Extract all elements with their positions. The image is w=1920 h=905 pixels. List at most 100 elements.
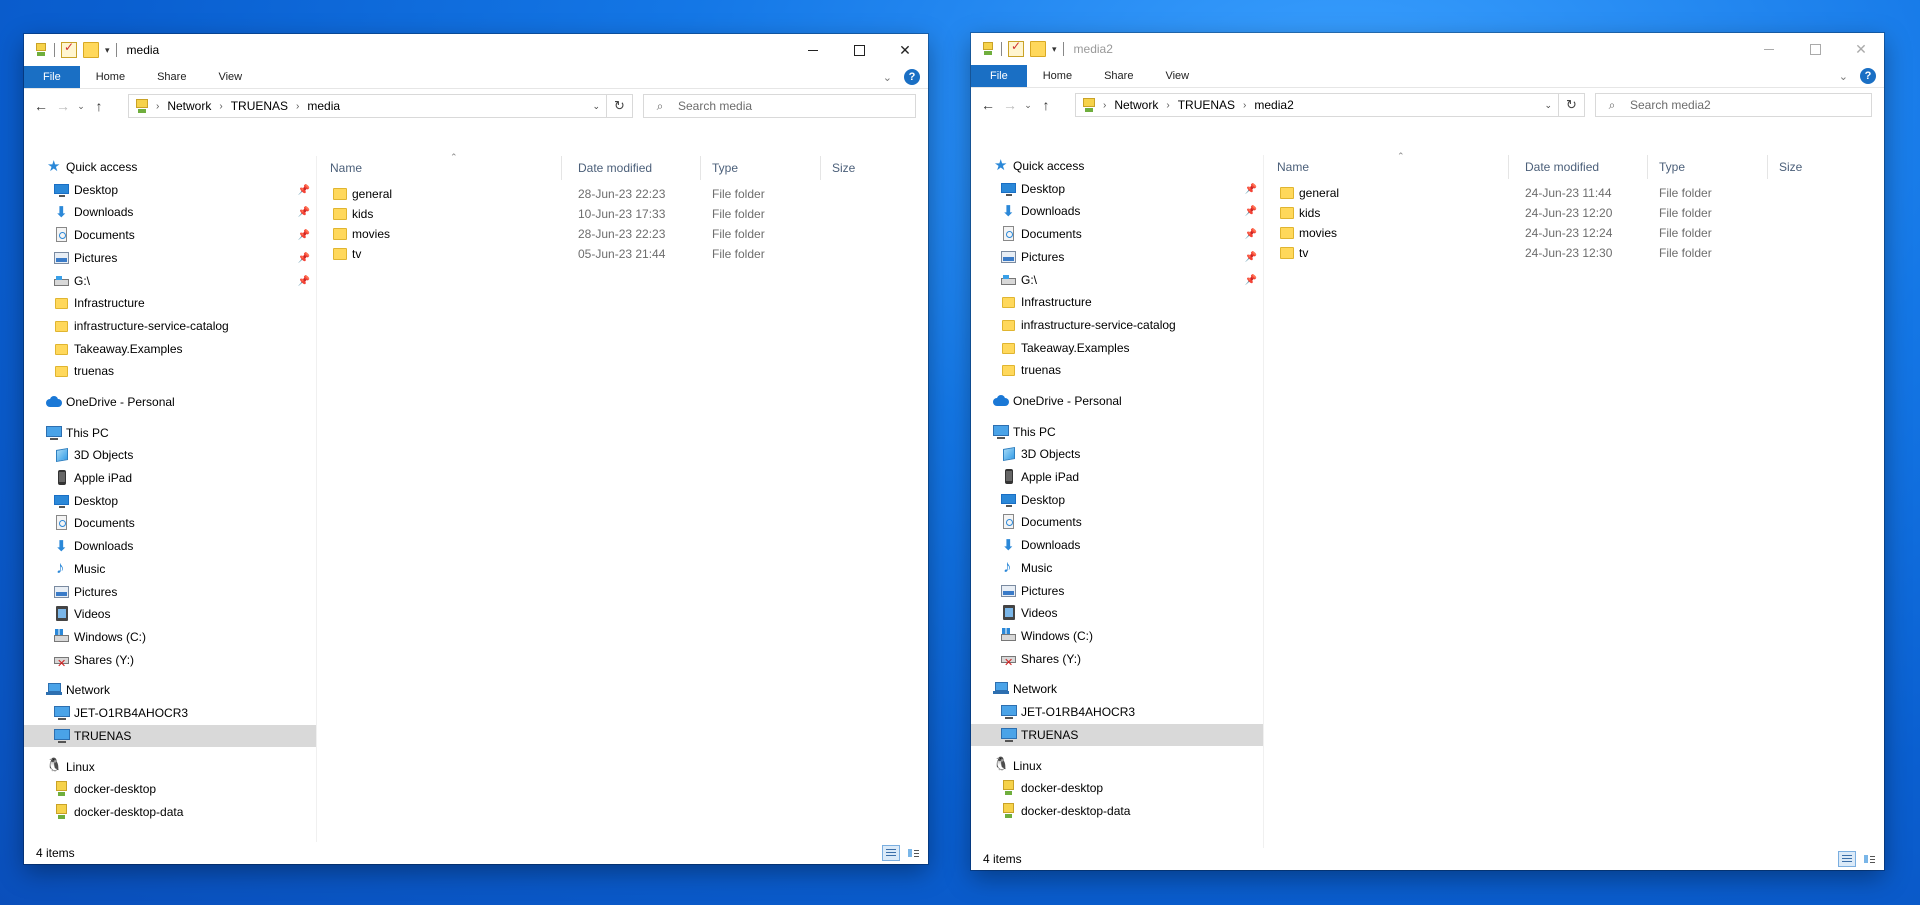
title-bar[interactable]: ▾ media2 ✕ — [971, 33, 1884, 65]
help-icon[interactable]: ? — [904, 69, 920, 85]
nav-item-takeaway-examples[interactable]: Takeaway.Examples — [24, 338, 316, 360]
tab-home[interactable]: Home — [1027, 65, 1088, 87]
file-row[interactable]: tv 24-Jun-23 12:30 File folder — [1263, 243, 1884, 263]
large-icons-view-icon[interactable] — [904, 845, 922, 861]
back-button[interactable]: ← — [30, 98, 52, 114]
new-folder-icon[interactable] — [1030, 41, 1046, 57]
nav-item-docker-desktop-data[interactable]: docker-desktop-data — [24, 801, 316, 823]
nav-item-apple-ipad[interactable]: Apple iPad — [24, 467, 316, 489]
tab-share[interactable]: Share — [1088, 65, 1149, 87]
nav-item-network[interactable]: Network — [24, 679, 316, 701]
pin-icon[interactable]: 📌 — [298, 276, 310, 287]
nav-item-documents[interactable]: Documents — [24, 512, 316, 534]
minimize-button[interactable] — [1746, 33, 1792, 65]
forward-button[interactable]: → — [999, 97, 1021, 113]
tab-view[interactable]: View — [1149, 65, 1205, 87]
file-row[interactable]: general 24-Jun-23 11:44 File folder — [1263, 183, 1884, 203]
pin-icon[interactable]: 📌 — [1245, 229, 1257, 240]
properties-icon[interactable] — [1008, 39, 1024, 57]
column-header-name[interactable]: Name — [1273, 155, 1509, 179]
pin-icon[interactable]: 📌 — [1245, 252, 1257, 263]
file-row[interactable]: kids 24-Jun-23 12:20 File folder — [1263, 203, 1884, 223]
pin-icon[interactable]: 📌 — [298, 230, 310, 241]
column-header-type[interactable]: Type — [708, 156, 821, 180]
minimize-button[interactable] — [790, 34, 836, 66]
nav-item-apple-ipad[interactable]: Apple iPad — [971, 466, 1263, 488]
properties-icon[interactable] — [61, 40, 77, 58]
nav-item-downloads[interactable]: Downloads — [971, 534, 1263, 556]
nav-item-infrastructure-service-catalog[interactable]: infrastructure-service-catalog — [971, 314, 1263, 336]
nav-item-shares-y[interactable]: Shares (Y:) — [971, 648, 1263, 670]
nav-item-truenas[interactable]: TRUENAS — [24, 725, 316, 747]
up-button[interactable]: ↑ — [1035, 97, 1057, 113]
column-header-date-modified[interactable]: Date modified — [574, 156, 701, 180]
nav-item-pictures[interactable]: Pictures — [24, 581, 316, 603]
nav-item-3d-objects[interactable]: 3D Objects — [971, 443, 1263, 465]
nav-item-this-pc[interactable]: This PC — [24, 422, 316, 444]
file-row[interactable]: movies 28-Jun-23 22:23 File folder — [316, 224, 928, 244]
tab-file[interactable]: File — [971, 65, 1027, 87]
nav-item-windows-c[interactable]: Windows (C:) — [971, 625, 1263, 647]
recent-locations-button[interactable]: ⌄ — [74, 101, 88, 112]
tab-home[interactable]: Home — [80, 66, 141, 88]
refresh-button[interactable]: ↻ — [607, 94, 633, 118]
details-view-icon[interactable] — [1838, 851, 1856, 867]
breadcrumb-share[interactable]: media2 — [1249, 98, 1298, 112]
nav-item-music[interactable]: Music — [24, 558, 316, 580]
breadcrumb-chevron-icon[interactable]: › — [216, 101, 225, 112]
nav-item-linux[interactable]: Linux — [24, 756, 316, 778]
title-bar[interactable]: ▾ media ✕ — [24, 34, 928, 66]
recent-locations-button[interactable]: ⌄ — [1021, 100, 1035, 111]
search-input[interactable] — [1628, 97, 1832, 113]
customize-toolbar-icon[interactable]: ▾ — [1052, 44, 1057, 55]
nav-item-this-pc[interactable]: This PC — [971, 421, 1263, 443]
breadcrumb-chevron-icon[interactable]: › — [1163, 100, 1172, 111]
nav-item-downloads[interactable]: Downloads — [24, 535, 316, 557]
nav-item-pictures[interactable]: Pictures 📌 — [971, 246, 1263, 268]
refresh-button[interactable]: ↻ — [1559, 93, 1585, 117]
pin-icon[interactable]: 📌 — [298, 185, 310, 196]
address-dropdown-icon[interactable]: ⌄ — [592, 101, 600, 112]
nav-item-pictures[interactable]: Pictures — [971, 580, 1263, 602]
tab-file[interactable]: File — [24, 66, 80, 88]
nav-item-documents[interactable]: Documents 📌 — [971, 223, 1263, 245]
maximize-button[interactable] — [1792, 33, 1838, 65]
navigation-pane[interactable]: Quick access Desktop 📌 Downloads 📌 Docum… — [971, 155, 1264, 848]
search-box[interactable]: ⌕ — [1595, 93, 1872, 117]
breadcrumb-share[interactable]: media — [302, 99, 345, 113]
column-header-name[interactable]: Name — [326, 156, 562, 180]
address-bar[interactable]: › Network › TRUENAS › media2 ⌄ — [1075, 93, 1559, 117]
nav-item-windows-c[interactable]: Windows (C:) — [24, 626, 316, 648]
nav-item-linux[interactable]: Linux — [971, 755, 1263, 777]
pinned-folder-icon[interactable] — [981, 42, 995, 56]
close-button[interactable]: ✕ — [882, 34, 928, 66]
file-row[interactable]: general 28-Jun-23 22:23 File folder — [316, 184, 928, 204]
nav-item-quick-access[interactable]: Quick access — [24, 156, 316, 178]
large-icons-view-icon[interactable] — [1860, 851, 1878, 867]
tab-share[interactable]: Share — [141, 66, 202, 88]
nav-item-documents[interactable]: Documents 📌 — [24, 224, 316, 246]
pin-icon[interactable]: 📌 — [298, 207, 310, 218]
nav-item-desktop[interactable]: Desktop 📌 — [24, 179, 316, 201]
nav-item-infrastructure[interactable]: Infrastructure — [971, 291, 1263, 313]
nav-item-desktop[interactable]: Desktop 📌 — [971, 178, 1263, 200]
nav-item-quick-access[interactable]: Quick access — [971, 155, 1263, 177]
nav-item-infrastructure-service-catalog[interactable]: infrastructure-service-catalog — [24, 315, 316, 337]
nav-item-pictures[interactable]: Pictures 📌 — [24, 247, 316, 269]
nav-item-shares-y[interactable]: Shares (Y:) — [24, 649, 316, 671]
nav-item-g[interactable]: G:\ 📌 — [24, 270, 316, 292]
nav-item-3d-objects[interactable]: 3D Objects — [24, 444, 316, 466]
nav-item-jet-o1rb4ahocr3[interactable]: JET-O1RB4AHOCR3 — [971, 701, 1263, 723]
nav-item-downloads[interactable]: Downloads 📌 — [971, 200, 1263, 222]
breadcrumb-chevron-icon[interactable]: › — [1240, 100, 1249, 111]
nav-item-truenas[interactable]: truenas — [24, 360, 316, 382]
nav-item-videos[interactable]: Videos — [971, 602, 1263, 624]
new-folder-icon[interactable] — [83, 42, 99, 58]
pinned-folder-icon[interactable] — [34, 43, 48, 57]
navigation-pane[interactable]: Quick access Desktop 📌 Downloads 📌 Docum… — [24, 156, 317, 842]
search-box[interactable]: ⌕ — [643, 94, 916, 118]
breadcrumb-network[interactable]: Network — [162, 99, 216, 113]
file-list[interactable]: ⌃ Name Date modified Type Size general 24-J… — [1263, 151, 1884, 848]
help-icon[interactable]: ? — [1860, 68, 1876, 84]
nav-item-infrastructure[interactable]: Infrastructure — [24, 292, 316, 314]
